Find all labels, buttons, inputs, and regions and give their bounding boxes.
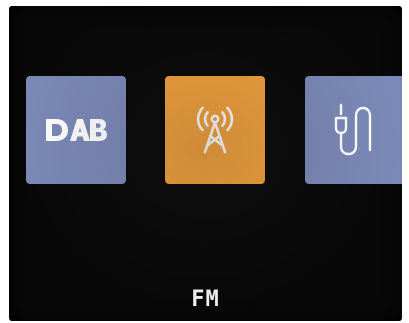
mode-tile-fm[interactable] [165, 76, 265, 184]
dab-logo-icon [46, 119, 107, 141]
mode-tile-dab[interactable] [26, 76, 126, 184]
current-mode-label: FM [191, 287, 220, 312]
mode-tile-aux[interactable] [305, 76, 402, 184]
aux-cable-icon [334, 103, 372, 156]
device-screen: FM [9, 6, 402, 321]
radio-tower-icon [196, 106, 234, 154]
device-frame: FM [0, 0, 409, 323]
